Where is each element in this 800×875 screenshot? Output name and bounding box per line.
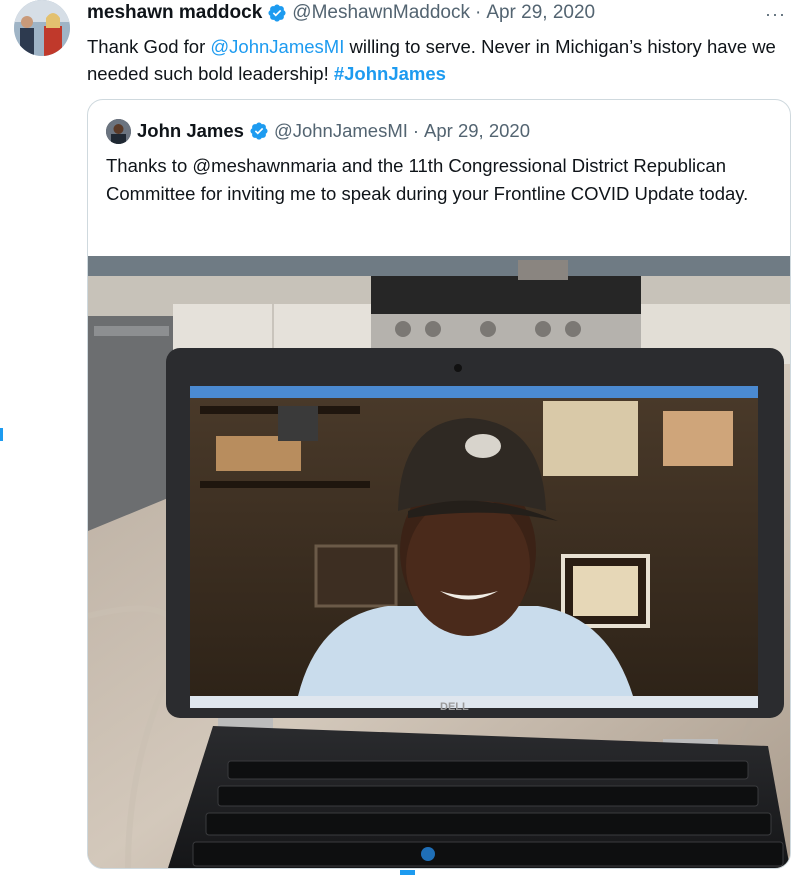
quoted-separator-dot: ·	[412, 120, 420, 141]
quoted-tweet-date[interactable]: Apr 29, 2020	[424, 120, 530, 142]
quoted-tweet[interactable]: John James @JohnJamesMI · Apr 29, 2020 T…	[87, 99, 791, 869]
author-avatar[interactable]	[14, 0, 70, 56]
edge-indicator	[0, 428, 3, 441]
quoted-tweet-header: John James @JohnJamesMI · Apr 29, 2020	[106, 118, 530, 144]
edge-indicator	[400, 870, 415, 875]
mention-link[interactable]: @JohnJamesMI	[210, 36, 344, 57]
author-name[interactable]: meshawn maddock	[87, 2, 262, 24]
quoted-author-name[interactable]: John James	[137, 120, 244, 142]
laptop-brand-label: DELL	[440, 701, 469, 713]
author-handle[interactable]: @MeshawnMaddock	[292, 2, 470, 24]
tweet[interactable]: meshawn maddock @MeshawnMaddock · Apr 29…	[0, 0, 800, 875]
tweet-text: Thank God for @JohnJamesMI willing to se…	[87, 33, 792, 87]
quoted-avatar-photo	[106, 118, 131, 144]
separator-dot: ·	[474, 2, 482, 23]
more-options-icon[interactable]: ···	[765, 4, 786, 25]
tweet-header: meshawn maddock @MeshawnMaddock · Apr 29…	[87, 0, 595, 26]
quoted-verified-badge-icon	[250, 122, 268, 140]
avatar-photo	[14, 0, 70, 56]
quoted-author-avatar[interactable]	[106, 118, 131, 144]
hashtag-link[interactable]: #JohnJames	[334, 63, 446, 84]
quoted-author-handle[interactable]: @JohnJamesMI	[274, 120, 408, 142]
verified-badge-icon	[268, 4, 286, 22]
tweet-text-part1: Thank God for	[87, 36, 211, 57]
quoted-tweet-photo[interactable]: DELL	[88, 256, 790, 868]
quoted-tweet-text: Thanks to @meshawnmaria and the 11th Con…	[106, 155, 749, 204]
tweet-date[interactable]: Apr 29, 2020	[486, 2, 595, 24]
